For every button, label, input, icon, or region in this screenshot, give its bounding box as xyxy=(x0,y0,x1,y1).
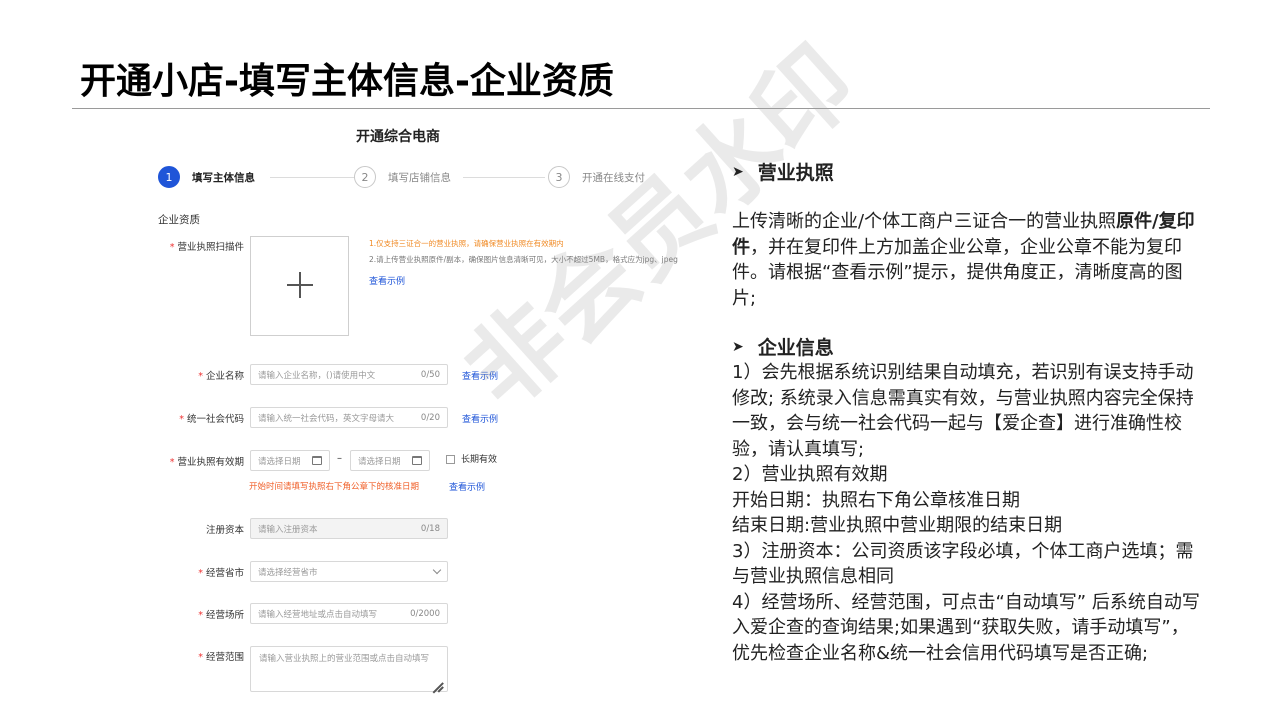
section-label: 企业资质 xyxy=(158,214,200,226)
validity-end-input[interactable]: 请选择日期 xyxy=(350,450,430,471)
license-hint-2: 2.请上传营业执照原件/副本，确保图片信息清晰可见，大小不超过5MB，格式应为j… xyxy=(369,255,678,264)
company-name-placeholder: 请输入企业名称，()请使用中文 xyxy=(258,370,376,381)
panel-item: 1）会先根据系统识别结果自动填充，若识别有误支持手动修改; 系统录入信息需真实有… xyxy=(732,362,1194,460)
validity-end-placeholder: 请选择日期 xyxy=(358,456,401,467)
validity-start-placeholder: 请选择日期 xyxy=(258,456,301,467)
scope-label: * 经营范围 xyxy=(198,652,244,663)
panel-item: 2）营业执照有效期 xyxy=(732,464,888,485)
province-label: * 经营省市 xyxy=(198,568,244,579)
address-count: 0/2000 xyxy=(410,608,440,619)
panel-heading-license: ➤ 营业执照 xyxy=(732,162,834,184)
panel-item: 4）经营场所、经营范围，可点击“自动填写” 后系统自动写入爱企查的查询结果;如果… xyxy=(732,591,1200,664)
chevron-down-icon xyxy=(432,565,442,575)
panel-license-text: 上传清晰的企业/个体工商户三证合一的营业执照原件/复印件，并在复印件上方加盖企业… xyxy=(732,211,1195,309)
validity-hint: 开始时间请填写执照右下角公章下的核准日期 xyxy=(249,482,420,492)
step-3[interactable]: 3 开通在线支付 xyxy=(548,166,645,188)
arrow-bullet-icon: ➤ xyxy=(732,163,744,180)
validity-example-link[interactable]: 查看示例 xyxy=(449,480,485,493)
credit-code-example-link[interactable]: 查看示例 xyxy=(462,412,498,425)
company-name-example-link[interactable]: 查看示例 xyxy=(462,369,498,382)
company-name-label: * 企业名称 xyxy=(198,371,244,382)
form-screenshot: 开通综合电商 1 填写主体信息 2 填写店铺信息 3 开通在线支付 企业资质 *… xyxy=(150,118,710,720)
capital-count: 0/18 xyxy=(420,523,440,534)
step-number: 3 xyxy=(548,166,570,188)
province-placeholder: 请选择经营省市 xyxy=(258,567,318,578)
explanation-panel: ➤ 营业执照 上传清晰的企业/个体工商户三证合一的营业执照原件/复印件，并在复印件… xyxy=(732,158,1202,666)
credit-code-label: * 统一社会代码 xyxy=(179,414,244,425)
step-label: 填写店铺信息 xyxy=(388,171,451,184)
date-separator: – xyxy=(337,453,342,464)
scope-placeholder: 请输入营业执照上的营业范围或点击自动填写 xyxy=(259,654,430,664)
long-term-checkbox[interactable] xyxy=(446,455,455,464)
step-1[interactable]: 1 填写主体信息 xyxy=(158,166,255,188)
panel-item: 3）注册资本：公司资质该字段必填，个体工商户选填；需与营业执照信息相同 xyxy=(732,540,1194,588)
address-input[interactable]: 请输入经营地址或点击自动填写 0/2000 xyxy=(250,603,448,624)
step-2[interactable]: 2 填写店铺信息 xyxy=(354,166,451,188)
calendar-icon xyxy=(312,456,322,465)
calendar-icon xyxy=(412,456,422,465)
validity-label: * 营业执照有效期 xyxy=(169,457,244,468)
credit-code-placeholder: 请输入统一社会代码，英文字母请大 xyxy=(258,413,395,424)
step-connector xyxy=(463,177,545,178)
capital-label: 注册资本 xyxy=(205,525,244,536)
title-divider xyxy=(72,108,1210,109)
address-placeholder: 请输入经营地址或点击自动填写 xyxy=(258,609,378,620)
panel-heading-company: ➤ 企业信息 xyxy=(732,337,834,359)
capital-input[interactable]: 请输入注册资本 0/18 xyxy=(250,518,448,539)
step-number: 2 xyxy=(354,166,376,188)
slide-title: 开通小店-填写主体信息-企业资质 xyxy=(80,61,614,102)
province-select[interactable]: 请选择经营省市 xyxy=(250,561,448,582)
arrow-bullet-icon: ➤ xyxy=(732,338,744,355)
scope-textarea[interactable]: 请输入营业执照上的营业范围或点击自动填写 xyxy=(250,646,448,692)
plus-icon xyxy=(285,270,315,300)
license-scan-label: * 营业执照扫描件 xyxy=(169,242,244,253)
validity-start-input[interactable]: 请选择日期 xyxy=(250,450,330,471)
resize-handle-icon[interactable] xyxy=(432,676,444,688)
long-term-label: 长期有效 xyxy=(461,455,498,465)
license-upload-box[interactable] xyxy=(250,236,349,336)
address-label: * 经营场所 xyxy=(198,610,244,621)
credit-code-count: 0/20 xyxy=(420,412,440,423)
step-label: 开通在线支付 xyxy=(582,171,645,184)
panel-item: 开始日期：执照右下角公章核准日期 xyxy=(732,489,1020,511)
step-number: 1 xyxy=(158,166,180,188)
license-example-link[interactable]: 查看示例 xyxy=(369,274,405,287)
step-label: 填写主体信息 xyxy=(192,171,255,184)
capital-placeholder: 请输入注册资本 xyxy=(258,524,318,535)
step-connector xyxy=(270,177,358,178)
credit-code-input[interactable]: 请输入统一社会代码，英文字母请大 0/20 xyxy=(250,407,448,428)
company-name-input[interactable]: 请输入企业名称，()请使用中文 0/50 xyxy=(250,364,448,385)
license-hint-1: 1.仅支持三证合一的营业执照，请确保营业执照在有效期内 xyxy=(369,239,564,248)
form-page-title: 开通综合电商 xyxy=(356,129,440,145)
company-name-count: 0/50 xyxy=(420,369,440,380)
panel-item: 结束日期:营业执照中营业期限的结束日期 xyxy=(732,515,1063,536)
